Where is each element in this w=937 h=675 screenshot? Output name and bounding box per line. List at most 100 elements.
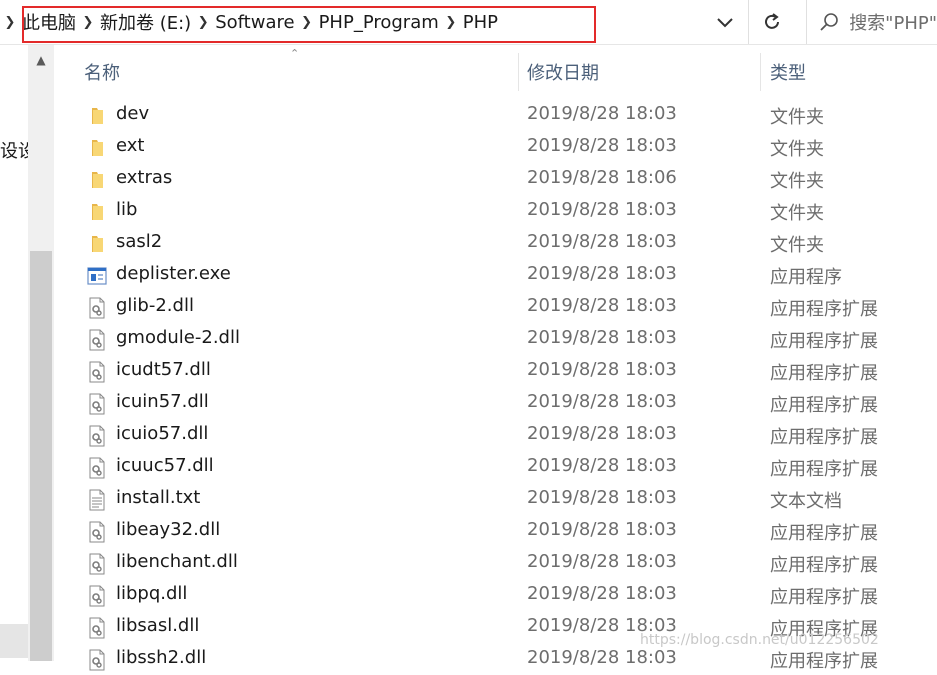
- file-name[interactable]: libsasl.dll: [116, 615, 199, 636]
- file-date: 2019/8/28 18:03: [527, 519, 677, 540]
- file-type: 应用程序扩展: [770, 587, 878, 608]
- toolbar-divider: [748, 0, 749, 44]
- file-type: 应用程序: [770, 267, 842, 288]
- file-row[interactable]: gmodule-2.dll 2019/8/28 18:03 应用程序扩展: [54, 323, 937, 355]
- file-type: 应用程序扩展: [770, 395, 878, 416]
- file-date: 2019/8/28 18:03: [527, 295, 677, 316]
- file-date: 2019/8/28 18:03: [527, 551, 677, 572]
- nav-scrollbar[interactable]: ▲: [28, 45, 54, 661]
- search-icon: [808, 12, 849, 32]
- file-row[interactable]: ext 2019/8/28 18:03 文件夹: [54, 131, 937, 163]
- file-date: 2019/8/28 18:03: [527, 263, 677, 284]
- annotation-highlight-box: [22, 6, 596, 43]
- folder-icon: [86, 201, 108, 223]
- file-row[interactable]: extras 2019/8/28 18:06 文件夹: [54, 163, 937, 195]
- search-box[interactable]: 搜索"PHP": [808, 0, 937, 44]
- dll-icon: [86, 297, 108, 319]
- address-toolbar: ❯ 此电脑 ❯ 新加卷 (E:) ❯ Software ❯ PHP_Progra…: [0, 0, 937, 45]
- file-name[interactable]: glib-2.dll: [116, 295, 194, 316]
- file-name[interactable]: sasl2: [116, 231, 162, 252]
- file-date: 2019/8/28 18:03: [527, 647, 677, 668]
- file-date: 2019/8/28 18:06: [527, 167, 677, 188]
- file-date: 2019/8/28 18:03: [527, 423, 677, 444]
- watermark-text: https://blog.csdn.net/u012256502: [640, 632, 879, 648]
- file-date: 2019/8/28 18:03: [527, 359, 677, 380]
- file-row[interactable]: icuio57.dll 2019/8/28 18:03 应用程序扩展: [54, 419, 937, 451]
- file-type: 应用程序扩展: [770, 459, 878, 480]
- file-type: 文件夹: [770, 107, 824, 128]
- scroll-up-arrow-icon[interactable]: ▲: [28, 53, 54, 71]
- column-divider[interactable]: [518, 53, 519, 91]
- chevron-right-icon[interactable]: ❯: [0, 15, 20, 30]
- sort-ascending-icon: ⌃: [290, 47, 300, 60]
- file-row[interactable]: dev 2019/8/28 18:03 文件夹: [54, 99, 937, 131]
- file-row[interactable]: deplister.exe 2019/8/28 18:03 应用程序: [54, 259, 937, 291]
- file-name[interactable]: libssh2.dll: [116, 647, 206, 668]
- file-name[interactable]: libpq.dll: [116, 583, 187, 604]
- file-row[interactable]: icudt57.dll 2019/8/28 18:03 应用程序扩展: [54, 355, 937, 387]
- file-name[interactable]: dev: [116, 103, 149, 124]
- dll-icon: [86, 521, 108, 543]
- column-header-date[interactable]: 修改日期: [527, 59, 599, 85]
- file-list: dev 2019/8/28 18:03 文件夹 ext 2019/8/28 18:03 文…: [54, 99, 937, 675]
- scrollbar-thumb[interactable]: [30, 251, 52, 661]
- dll-icon: [86, 649, 108, 671]
- file-row[interactable]: glib-2.dll 2019/8/28 18:03 应用程序扩展: [54, 291, 937, 323]
- file-name[interactable]: lib: [116, 199, 137, 220]
- file-row[interactable]: icuuc57.dll 2019/8/28 18:03 应用程序扩展: [54, 451, 937, 483]
- dll-icon: [86, 361, 108, 383]
- column-header-row: ⌃ 名称 修改日期 类型: [54, 45, 937, 99]
- refresh-icon: [765, 13, 779, 29]
- file-date: 2019/8/28 18:03: [527, 391, 677, 412]
- file-name[interactable]: libenchant.dll: [116, 551, 238, 572]
- folder-icon: [86, 137, 108, 159]
- file-name[interactable]: install.txt: [116, 487, 200, 508]
- folder-icon: [86, 169, 108, 191]
- file-name[interactable]: ext: [116, 135, 144, 156]
- address-history-dropdown[interactable]: [712, 10, 738, 36]
- file-date: 2019/8/28 18:03: [527, 135, 677, 156]
- file-type: 文件夹: [770, 235, 824, 256]
- file-row[interactable]: libenchant.dll 2019/8/28 18:03 应用程序扩展: [54, 547, 937, 579]
- file-date: 2019/8/28 18:03: [527, 455, 677, 476]
- txt-icon: [86, 489, 108, 511]
- toolbar-divider: [806, 0, 807, 44]
- file-type: 应用程序扩展: [770, 427, 878, 448]
- file-row[interactable]: libpq.dll 2019/8/28 18:03 应用程序扩展: [54, 579, 937, 611]
- file-row[interactable]: lib 2019/8/28 18:03 文件夹: [54, 195, 937, 227]
- dll-icon: [86, 425, 108, 447]
- file-type: 应用程序扩展: [770, 331, 878, 352]
- file-name[interactable]: icudt57.dll: [116, 359, 211, 380]
- dll-icon: [86, 393, 108, 415]
- search-input[interactable]: 搜索"PHP": [849, 9, 937, 35]
- file-type: 应用程序扩展: [770, 299, 878, 320]
- file-date: 2019/8/28 18:03: [527, 199, 677, 220]
- column-header-name[interactable]: 名称: [84, 59, 120, 85]
- file-row[interactable]: sasl2 2019/8/28 18:03 文件夹: [54, 227, 937, 259]
- dll-icon: [86, 457, 108, 479]
- dll-icon: [86, 553, 108, 575]
- file-name[interactable]: extras: [116, 167, 172, 188]
- column-divider[interactable]: [760, 53, 761, 91]
- file-name[interactable]: gmodule-2.dll: [116, 327, 240, 348]
- file-type: 文件夹: [770, 171, 824, 192]
- file-date: 2019/8/28 18:03: [527, 583, 677, 604]
- file-name[interactable]: libeay32.dll: [116, 519, 220, 540]
- column-header-type[interactable]: 类型: [770, 59, 806, 85]
- exe-icon: [86, 265, 108, 287]
- file-type: 文本文档: [770, 491, 842, 512]
- navigation-pane: 设设: [0, 45, 36, 661]
- file-name[interactable]: icuin57.dll: [116, 391, 209, 412]
- file-name[interactable]: deplister.exe: [116, 263, 231, 284]
- folder-icon: [86, 105, 108, 127]
- dll-icon: [86, 617, 108, 639]
- refresh-button[interactable]: [752, 6, 792, 38]
- file-type: 文件夹: [770, 139, 824, 160]
- file-name[interactable]: icuuc57.dll: [116, 455, 214, 476]
- file-row[interactable]: libeay32.dll 2019/8/28 18:03 应用程序扩展: [54, 515, 937, 547]
- file-type: 应用程序扩展: [770, 651, 878, 672]
- file-name[interactable]: icuio57.dll: [116, 423, 208, 444]
- file-row[interactable]: icuin57.dll 2019/8/28 18:03 应用程序扩展: [54, 387, 937, 419]
- file-row[interactable]: install.txt 2019/8/28 18:03 文本文档: [54, 483, 937, 515]
- nav-selected-item[interactable]: [0, 624, 28, 658]
